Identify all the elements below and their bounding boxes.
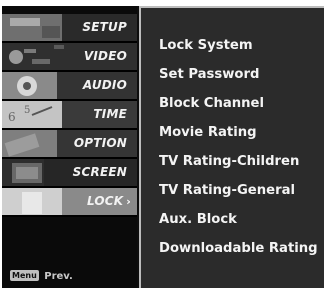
tab-label: TIME: [93, 107, 127, 121]
tab-label: SETUP: [82, 20, 127, 34]
prev-hint-text: Prev.: [44, 271, 73, 282]
tab-label: AUDIO: [82, 78, 127, 92]
svg-text:6: 6: [8, 110, 16, 124]
menu-item-lock-system[interactable]: Lock System: [159, 38, 253, 56]
tv-osd-menu: SETUP VIDEO AUDIO 6 5 TIME OPTION SCREEN…: [0, 0, 336, 296]
active-arrow-icon: ›: [126, 195, 131, 208]
menu-item-movie-rating[interactable]: Movie Rating: [159, 125, 257, 143]
menu-item-aux-block[interactable]: Aux. Block: [159, 212, 237, 230]
tab-label-text: LOCK: [86, 194, 124, 208]
svg-text:5: 5: [24, 105, 30, 116]
menu-item-tv-rating-children[interactable]: TV Rating-Children: [159, 154, 299, 172]
tab-lock[interactable]: LOCK ›: [2, 188, 137, 217]
tab-time[interactable]: 6 5 TIME: [2, 101, 137, 130]
tab-screen[interactable]: SCREEN: [2, 159, 137, 188]
tab-setup[interactable]: SETUP: [2, 14, 137, 43]
tab-video[interactable]: VIDEO: [2, 43, 137, 72]
tab-option[interactable]: OPTION: [2, 130, 137, 159]
menu-frame: SETUP VIDEO AUDIO 6 5 TIME OPTION SCREEN…: [2, 6, 324, 288]
menu-item-set-password[interactable]: Set Password: [159, 67, 259, 85]
menu-item-block-channel[interactable]: Block Channel: [159, 96, 264, 114]
tab-label: LOCK ›: [87, 194, 131, 208]
menu-key-icon: Menu: [10, 270, 39, 281]
prev-hint: Menu Prev.: [10, 270, 73, 284]
tab-label: VIDEO: [83, 49, 127, 63]
tab-audio[interactable]: AUDIO: [2, 72, 137, 101]
lock-submenu-panel: Lock System Set Password Block Channel M…: [139, 6, 324, 288]
menu-item-tv-rating-general[interactable]: TV Rating-General: [159, 183, 295, 201]
category-sidebar: SETUP VIDEO AUDIO 6 5 TIME OPTION SCREEN…: [2, 6, 137, 288]
tab-label: SCREEN: [72, 165, 127, 179]
tab-label: OPTION: [73, 136, 127, 150]
menu-item-downloadable-rating[interactable]: Downloadable Rating: [159, 241, 318, 259]
